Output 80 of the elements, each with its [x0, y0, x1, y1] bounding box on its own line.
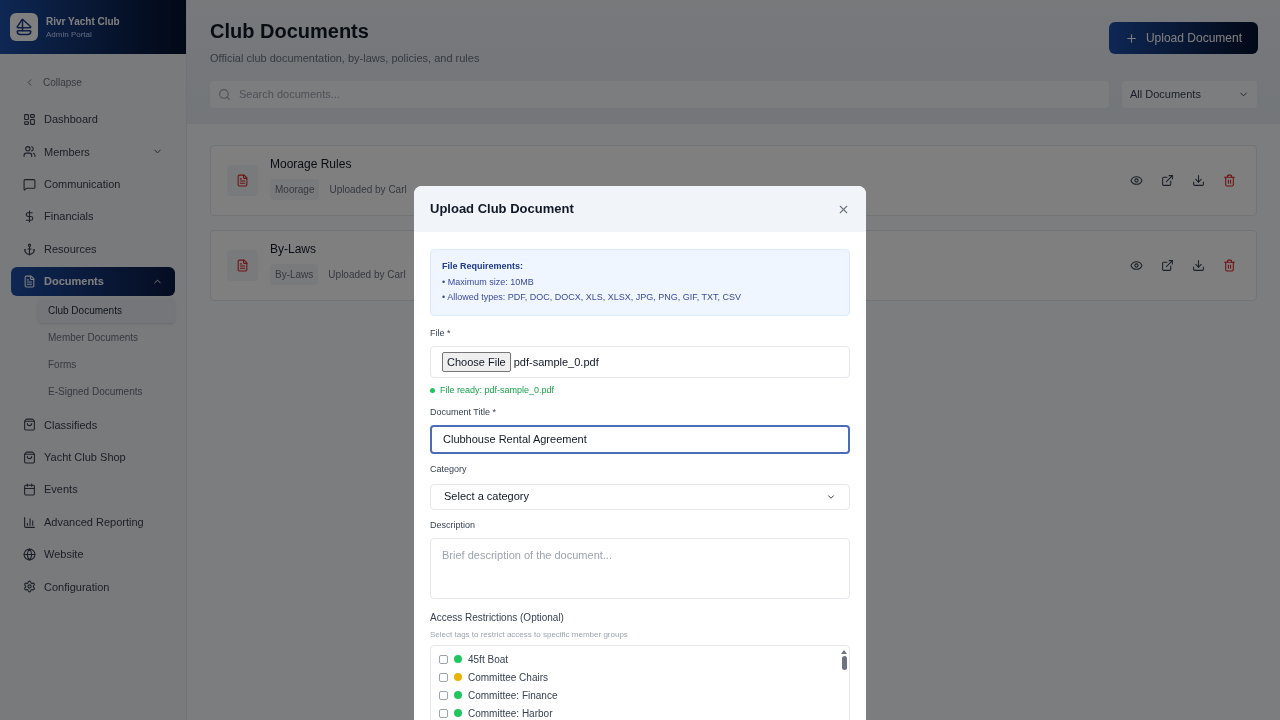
category-tag: By-Laws — [270, 263, 319, 285]
bag-icon — [23, 418, 36, 432]
bar-chart-icon — [23, 515, 36, 529]
download-icon[interactable] — [1192, 173, 1205, 187]
requirements-heading: File Requirements: — [442, 260, 525, 273]
dollar-icon — [23, 210, 36, 224]
uploader-text: Uploaded by Carl — [329, 182, 407, 197]
upload-button[interactable]: Upload Document — [1108, 22, 1258, 54]
external-link-icon[interactable] — [1161, 258, 1174, 272]
plus-icon — [1124, 31, 1138, 45]
document-icon — [227, 164, 258, 196]
uploader-text: Uploaded by Carl — [328, 267, 406, 282]
settings-icon — [23, 580, 36, 594]
checkbox[interactable] — [439, 654, 448, 664]
sidebar-item[interactable]: Resources — [11, 234, 175, 264]
file-name: pdf-sample_0.pdf — [513, 354, 599, 370]
tag-label: 45ft Boat — [468, 652, 509, 667]
external-link-icon[interactable] — [1161, 173, 1174, 187]
sidebar-item[interactable]: Documents — [11, 266, 175, 296]
sailboat-logo-icon — [10, 13, 38, 41]
checkbox[interactable] — [439, 690, 448, 700]
users-icon — [23, 145, 36, 159]
scrollbar[interactable] — [841, 650, 847, 672]
sidebar-item[interactable]: Yacht Club Shop — [11, 442, 175, 472]
filter-select[interactable]: All Documents — [1122, 80, 1257, 108]
file-status: File ready: pdf-sample_0.pdf — [440, 384, 555, 397]
dialog-title: Upload Club Document — [430, 200, 574, 219]
delete-icon[interactable] — [1223, 258, 1236, 272]
sidebar-item[interactable]: Configuration — [11, 572, 175, 602]
document-icon — [227, 249, 258, 281]
field-label: File * — [430, 326, 452, 340]
delete-icon[interactable] — [1223, 173, 1236, 187]
collapse-button[interactable]: Collapse — [0, 75, 186, 90]
category-tag: Moorage — [270, 178, 320, 200]
page-title: Club Documents — [210, 19, 370, 44]
view-icon[interactable] — [1130, 173, 1143, 187]
document-title: Moorage Rules — [270, 155, 353, 173]
chat-icon — [23, 177, 36, 191]
tag-label: Committee: Harbor — [468, 706, 553, 720]
page-subtitle: Official club documentation, by-laws, policies, and rules — [210, 51, 480, 66]
document-icon — [23, 274, 36, 288]
document-title: By-Laws — [270, 240, 317, 258]
requirement-line: • Allowed types: PDF, DOC, DOCX, XLS, XLSX, JPG, PNG, GIF, TXT, CSV — [442, 291, 743, 304]
dashboard-icon — [23, 113, 36, 126]
brand-name: Rivr Yacht Club — [46, 14, 120, 29]
search-icon — [218, 87, 231, 101]
anchor-icon — [23, 242, 36, 256]
field-label: Description — [430, 518, 477, 532]
requirement-line: • Maximum size: 10MB — [442, 275, 535, 289]
checkbox[interactable] — [439, 708, 448, 718]
sidebar-item[interactable]: Communication — [11, 169, 175, 199]
sidebar-item[interactable]: Members — [11, 137, 175, 167]
sidebar-subitem[interactable]: E-Signed Documents — [38, 379, 175, 404]
description-field[interactable]: Brief description of the document... — [430, 538, 850, 599]
category-select[interactable]: Select a category — [430, 483, 850, 510]
tag-label: Committee Chairs — [468, 670, 549, 685]
brand-subtitle: Admin Portal — [46, 28, 93, 41]
file-input[interactable]: Choose File pdf-sample_0.pdf — [430, 346, 850, 378]
title-input[interactable]: Clubhouse Rental Agreement — [430, 425, 850, 454]
sidebar-item[interactable]: Classifieds — [11, 410, 175, 440]
field-label: Access Restrictions (Optional) — [430, 611, 565, 625]
field-label: Category — [430, 463, 468, 476]
view-icon[interactable] — [1130, 258, 1143, 272]
calendar-icon — [23, 483, 36, 497]
sidebar-item[interactable]: Dashboard — [11, 105, 175, 134]
bag-icon — [23, 450, 36, 464]
tag-label: Committee: Finance — [468, 688, 558, 703]
sidebar-subitem[interactable]: Club Documents — [38, 298, 175, 323]
sidebar-item[interactable]: Website — [11, 539, 175, 569]
download-icon[interactable] — [1192, 258, 1205, 272]
choose-file-button[interactable]: Choose File — [442, 351, 511, 373]
checkbox[interactable] — [439, 672, 448, 682]
sidebar-item[interactable]: Advanced Reporting — [11, 507, 175, 537]
sidebar-subitem[interactable]: Forms — [38, 352, 175, 377]
field-label: Document Title * — [430, 405, 498, 419]
sidebar-subitem[interactable]: Member Documents — [38, 325, 175, 350]
sidebar-item[interactable]: Events — [11, 475, 175, 505]
globe-icon — [23, 547, 36, 561]
field-hint: Select tags to restrict access to specific member groups — [430, 629, 629, 641]
sidebar-item[interactable]: Financials — [11, 202, 175, 232]
